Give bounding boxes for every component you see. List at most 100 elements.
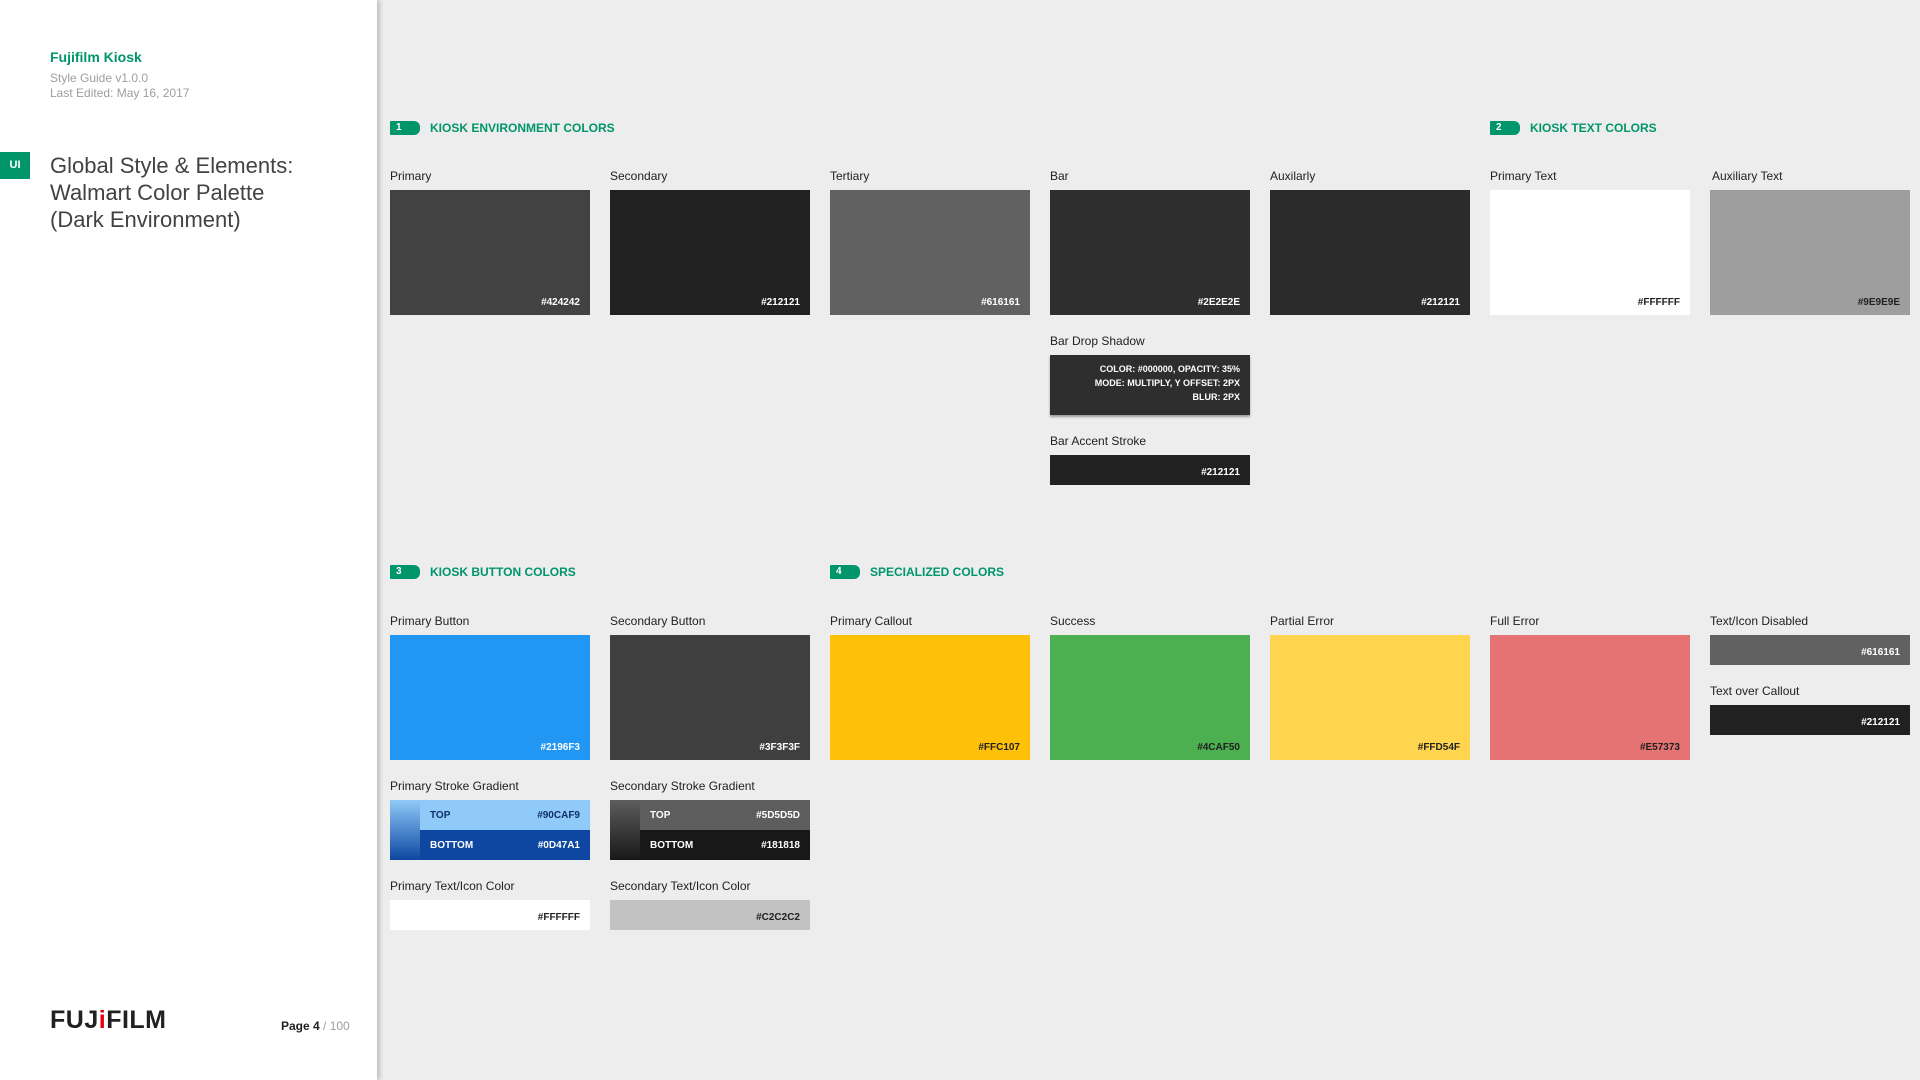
swatch-label: Primary	[390, 169, 432, 183]
bar-drop-shadow-swatch: COLOR: #000000, OPACITY: 35% MODE: MULTI…	[1050, 355, 1250, 415]
hex-value: #4CAF50	[1197, 742, 1240, 753]
hex-value: #212121	[1201, 467, 1240, 478]
primary-callout-swatch: #FFC107	[830, 635, 1030, 760]
gradient-stop-label: TOP	[430, 809, 451, 821]
primary-swatch: #424242	[390, 190, 590, 315]
partial-error-swatch: #FFD54F	[1270, 635, 1470, 760]
swatch-label: Success	[1050, 614, 1096, 628]
hex-value: #0D47A1	[537, 839, 580, 851]
section-environment-header: 1 KIOSK ENVIRONMENT COLORS	[390, 120, 615, 136]
hex-value: #212121	[761, 297, 800, 308]
swatch-label: Text over Callout	[1710, 684, 1800, 698]
section-number: 3	[390, 565, 420, 579]
shadow-spec-line: COLOR: #000000, OPACITY: 35%	[1099, 364, 1240, 374]
ui-tag: UI	[0, 152, 30, 179]
swatch-label: Primary Text/Icon Color	[390, 879, 515, 893]
section-number: 1	[390, 121, 420, 135]
section-title: KIOSK BUTTON COLORS	[430, 565, 576, 579]
swatch-label: Secondary Text/Icon Color	[610, 879, 751, 893]
hex-value: #FFD54F	[1417, 742, 1460, 753]
gradient-stop-label: BOTTOM	[650, 839, 694, 851]
page-total: / 100	[319, 1019, 350, 1033]
section-title: KIOSK ENVIRONMENT COLORS	[430, 121, 615, 135]
brand-title: Fujifilm Kiosk	[50, 49, 142, 65]
hex-value: #3F3F3F	[759, 742, 800, 753]
page-title-line: (Dark Environment)	[50, 207, 241, 232]
secondary-stroke-gradient: TOP #5D5D5D BOTTOM #181818	[610, 800, 810, 860]
hex-value: #E57373	[1639, 742, 1680, 753]
hex-value: #616161	[1861, 647, 1900, 658]
hex-value: #FFC107	[978, 742, 1020, 753]
gradient-bottom-row: BOTTOM #0D47A1	[420, 830, 590, 860]
swatch-label: Tertiary	[830, 169, 870, 183]
auxiliary-text-swatch: #9E9E9E	[1710, 190, 1910, 315]
sidebar: Fujifilm Kiosk Style Guide v1.0.0 Last E…	[0, 0, 377, 1080]
shadow-spec-line: MODE: MULTIPLY, Y OFFSET: 2PX	[1094, 378, 1240, 388]
gradient-top-row: TOP #5D5D5D	[640, 800, 810, 830]
swatch-label: Auxilarly	[1270, 169, 1316, 183]
hex-value: #C2C2C2	[756, 912, 800, 923]
hex-value: #2196F3	[540, 742, 580, 753]
swatch-label: Partial Error	[1270, 614, 1335, 628]
secondary-swatch: #212121	[610, 190, 810, 315]
page-indicator: Page 4 / 100	[281, 1019, 350, 1033]
hex-value: #FFFFFF	[1637, 297, 1680, 308]
full-error-swatch: #E57373	[1490, 635, 1690, 760]
section-title: SPECIALIZED COLORS	[870, 565, 1005, 579]
secondary-text-icon-swatch: #C2C2C2	[610, 900, 810, 930]
swatch-label: Primary Button	[390, 614, 470, 628]
hex-value: #5D5D5D	[756, 809, 800, 821]
swatch-label: Text/Icon Disabled	[1710, 614, 1809, 628]
hex-value: #2E2E2E	[1197, 297, 1240, 308]
tertiary-swatch: #616161	[830, 190, 1030, 315]
text-icon-disabled-swatch: #616161	[1710, 635, 1910, 665]
bar-swatch: #2E2E2E	[1050, 190, 1250, 315]
swatch-label: Bar Accent Stroke	[1050, 434, 1147, 448]
text-over-callout-swatch: #212121	[1710, 705, 1910, 735]
shadow-spec: COLOR: #000000, OPACITY: 35% MODE: MULTI…	[1095, 362, 1240, 404]
shadow-spec-line: BLUR: 2PX	[1192, 392, 1240, 402]
auxiliary-swatch: #212121	[1270, 190, 1470, 315]
section-specialized-header: 4 SPECIALIZED COLORS	[830, 564, 1004, 580]
hex-value: #616161	[981, 297, 1020, 308]
swatch-label: Secondary Button	[610, 614, 706, 628]
section-button-colors-header: 3 KIOSK BUTTON COLORS	[390, 564, 576, 580]
hex-value: #212121	[1861, 717, 1900, 728]
gradient-stop-label: TOP	[650, 809, 671, 821]
gradient-stop-label: BOTTOM	[430, 839, 474, 851]
gradient-preview	[610, 800, 640, 860]
bar-accent-stroke-swatch: #212121	[1050, 455, 1250, 485]
gradient-bottom-row: BOTTOM #181818	[640, 830, 810, 860]
primary-text-swatch: #FFFFFF	[1490, 190, 1690, 315]
logo-text: FILM	[106, 1006, 167, 1034]
secondary-button-swatch: #3F3F3F	[610, 635, 810, 760]
swatch-label: Bar	[1050, 169, 1069, 183]
swatch-label: Secondary Stroke Gradient	[610, 779, 755, 793]
section-number: 4	[830, 565, 860, 579]
swatch-label: Bar Drop Shadow	[1050, 334, 1145, 348]
swatch-label: Primary Stroke Gradient	[390, 779, 519, 793]
gradient-top-row: TOP #90CAF9	[420, 800, 590, 830]
section-number: 2	[1490, 121, 1520, 135]
primary-stroke-gradient: TOP #90CAF9 BOTTOM #0D47A1	[390, 800, 590, 860]
primary-button-swatch: #2196F3	[390, 635, 590, 760]
hex-value: #181818	[761, 839, 800, 851]
page-title-line: Global Style & Elements:	[50, 153, 294, 178]
hex-value: #9E9E9E	[1857, 297, 1900, 308]
logo-text: FUJ	[50, 1006, 99, 1034]
swatch-label: Auxiliary Text	[1712, 169, 1783, 183]
hex-value: #FFFFFF	[537, 912, 580, 923]
gradient-preview	[390, 800, 420, 860]
primary-text-icon-swatch: #FFFFFF	[390, 900, 590, 930]
swatch-label: Primary Text	[1490, 169, 1557, 183]
page-title: Global Style & Elements: Walmart Color P…	[50, 152, 350, 233]
hex-value: #90CAF9	[537, 809, 580, 821]
last-edited-text: Last Edited: May 16, 2017	[50, 86, 190, 100]
swatch-label: Primary Callout	[830, 614, 913, 628]
hex-value: #424242	[541, 297, 580, 308]
page-title-line: Walmart Color Palette	[50, 180, 265, 205]
swatch-label: Secondary	[610, 169, 668, 183]
hex-value: #212121	[1421, 297, 1460, 308]
section-title: KIOSK TEXT COLORS	[1530, 121, 1657, 135]
success-swatch: #4CAF50	[1050, 635, 1250, 760]
